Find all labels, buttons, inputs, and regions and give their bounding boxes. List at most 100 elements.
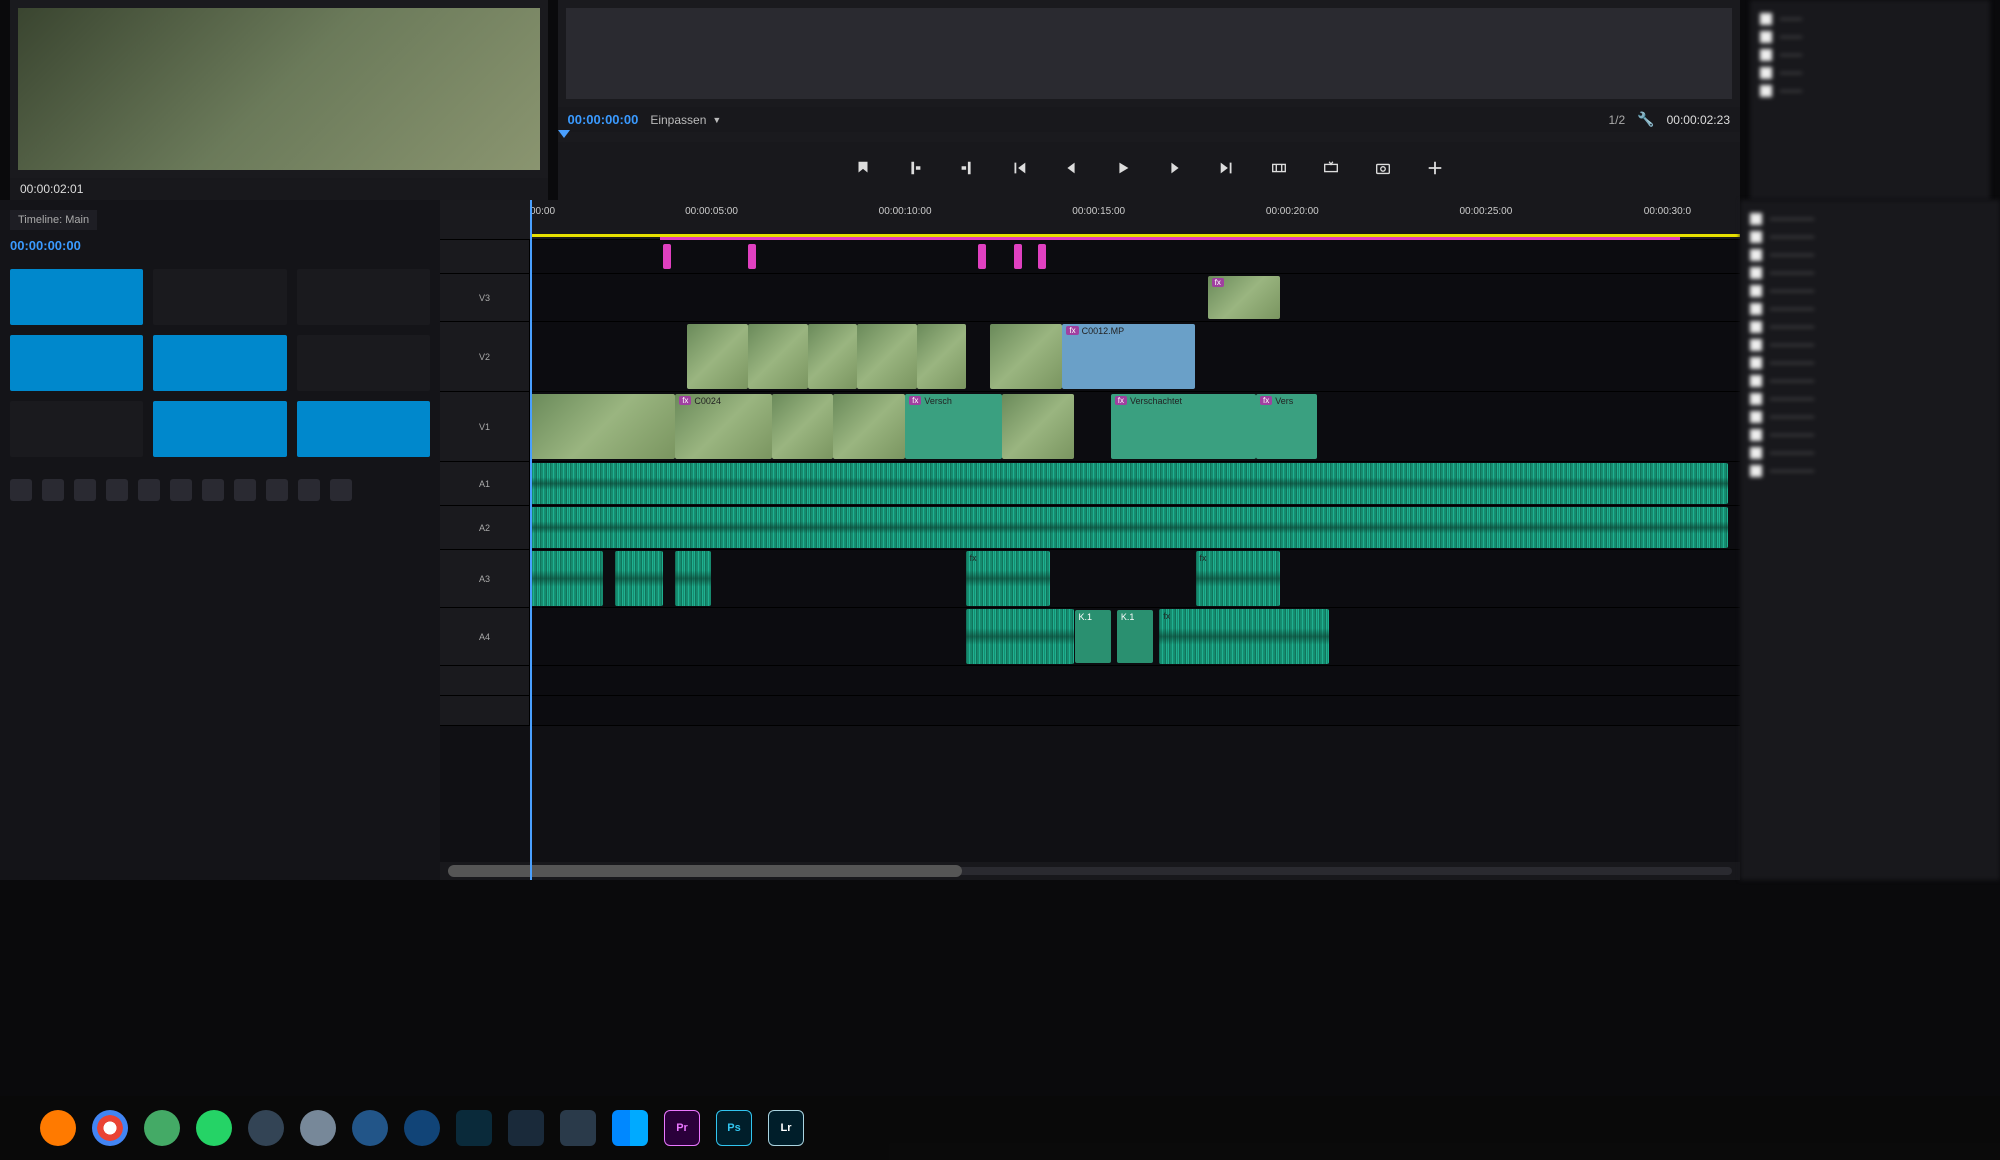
scope-cell[interactable] [297,269,430,325]
taskbar-app-icon[interactable] [404,1110,440,1146]
audio-clip[interactable] [530,463,1728,504]
marker-icon[interactable] [978,244,986,269]
audio-clip[interactable]: fx [1196,551,1281,606]
video-clip[interactable]: fx [1208,276,1281,319]
checkbox-icon[interactable] [1750,357,1762,369]
snap-toggle-icon[interactable] [234,479,256,501]
video-clip[interactable] [530,394,675,459]
list-item[interactable]: ———— [1750,426,1990,444]
program-monitor[interactable]: 00:00:00:00 Einpassen ▼ 1/2 🔧 00:00:02:2… [558,0,1741,200]
taskbar-app-icon[interactable] [612,1110,648,1146]
taskbar-app-icon[interactable] [508,1110,544,1146]
mark-in-button[interactable] [901,154,929,182]
list-item[interactable]: ———— [1750,264,1990,282]
ripple-tool-icon[interactable] [42,479,64,501]
source-monitor[interactable]: 00:00:02:01 [10,0,548,200]
scope-cell[interactable] [297,401,430,457]
linked-sel-icon[interactable] [266,479,288,501]
track-a2[interactable] [530,506,1740,549]
list-item[interactable]: ———— [1750,282,1990,300]
audio-clip[interactable]: fx [966,551,1051,606]
video-clip[interactable]: fx C0024 [675,394,772,459]
hand-tool-icon[interactable] [170,479,192,501]
taskbar-chrome-icon[interactable] [92,1110,128,1146]
step-back-button[interactable] [1057,154,1085,182]
nested-clip[interactable]: fx Verschachtet [1111,394,1256,459]
checkbox-icon[interactable] [1750,285,1762,297]
taskbar-app-icon[interactable] [456,1110,492,1146]
audio-clip[interactable]: K.1 [1117,610,1153,663]
left-panel-group[interactable]: Timeline: Main 00:00:00:00 [0,200,440,880]
checkbox-icon[interactable] [1750,321,1762,333]
audio-clip[interactable] [530,507,1728,548]
source-viewport[interactable] [18,8,540,170]
track-header-v2[interactable]: V2 [440,322,530,391]
taskbar-app-icon[interactable] [144,1110,180,1146]
list-item[interactable]: ———— [1750,300,1990,318]
scope-cell[interactable] [10,335,143,391]
scope-cell[interactable] [153,269,286,325]
checkbox-icon[interactable] [1750,393,1762,405]
track-a3[interactable]: fx fx [530,550,1740,607]
export-frame-button[interactable] [1369,154,1397,182]
list-item[interactable]: ———— [1750,210,1990,228]
marker-icon[interactable] [748,244,756,269]
program-scrub-bar[interactable] [558,132,1741,142]
track-header-a3[interactable]: A3 [440,550,530,607]
zoom-fit-dropdown[interactable]: Einpassen ▼ [650,113,721,127]
marker-icon[interactable] [1038,244,1046,269]
step-forward-button[interactable] [1161,154,1189,182]
wrench-icon[interactable]: 🔧 [1637,111,1654,128]
list-item[interactable]: ———— [1750,336,1990,354]
list-item[interactable]: ———— [1750,444,1990,462]
audio-clip[interactable] [530,551,603,606]
timeline-panel[interactable]: 00:00 00:00:05:00 00:00:10:00 00:00:15:0… [440,200,1740,880]
taskbar-app-icon[interactable] [40,1110,76,1146]
track-header-v3[interactable]: V3 [440,274,530,321]
type-tool-icon[interactable] [202,479,224,501]
track-header-empty[interactable] [440,666,530,695]
scope-cell[interactable] [297,335,430,391]
video-clip[interactable]: fx C0012.MP [1062,324,1195,389]
video-clip[interactable] [748,324,809,389]
taskbar-app-icon[interactable] [300,1110,336,1146]
scope-cell[interactable] [153,401,286,457]
resolution-ratio[interactable]: 1/2 [1608,113,1625,127]
checkbox-icon[interactable] [1750,465,1762,477]
scope-cell[interactable] [153,335,286,391]
pen-tool-icon[interactable] [138,479,160,501]
sequence-tab[interactable]: Timeline: Main [10,210,97,230]
video-clip[interactable] [857,324,918,389]
track-v1[interactable]: fx C0024 fx Versch fx Verschachtet [530,392,1740,461]
video-clip[interactable] [833,394,906,459]
audio-clip[interactable]: fx [1159,609,1328,664]
video-clip[interactable] [990,324,1063,389]
settings-icon[interactable] [330,479,352,501]
checkbox-icon[interactable] [1750,447,1762,459]
track-header-markers[interactable] [440,240,530,273]
checkbox-icon[interactable] [1750,339,1762,351]
go-to-in-button[interactable] [1005,154,1033,182]
scope-cell[interactable] [10,269,143,325]
checkbox-icon[interactable] [1750,213,1762,225]
marker-icon[interactable] [1014,244,1022,269]
marker-icon[interactable] [298,479,320,501]
nested-clip[interactable]: fx Vers [1256,394,1317,459]
audio-clip[interactable] [615,551,663,606]
sequence-playhead-tc[interactable]: 00:00:00:00 [10,238,81,253]
track-header-a1[interactable]: A1 [440,462,530,505]
list-item[interactable]: ———— [1750,390,1990,408]
marker-icon[interactable] [663,244,671,269]
checkbox-icon[interactable] [1750,249,1762,261]
audio-clip[interactable]: K.1 [1075,610,1111,663]
program-viewport[interactable] [566,8,1733,99]
mark-out-button[interactable] [953,154,981,182]
list-item[interactable]: ———— [1750,408,1990,426]
taskbar-app-icon[interactable] [248,1110,284,1146]
slip-tool-icon[interactable] [106,479,128,501]
track-header-empty[interactable] [440,696,530,725]
list-item[interactable]: ———— [1750,318,1990,336]
windows-taskbar[interactable]: Pr Ps Lr [0,1096,2000,1160]
program-playhead-icon[interactable] [558,130,570,138]
taskbar-whatsapp-icon[interactable] [196,1110,232,1146]
